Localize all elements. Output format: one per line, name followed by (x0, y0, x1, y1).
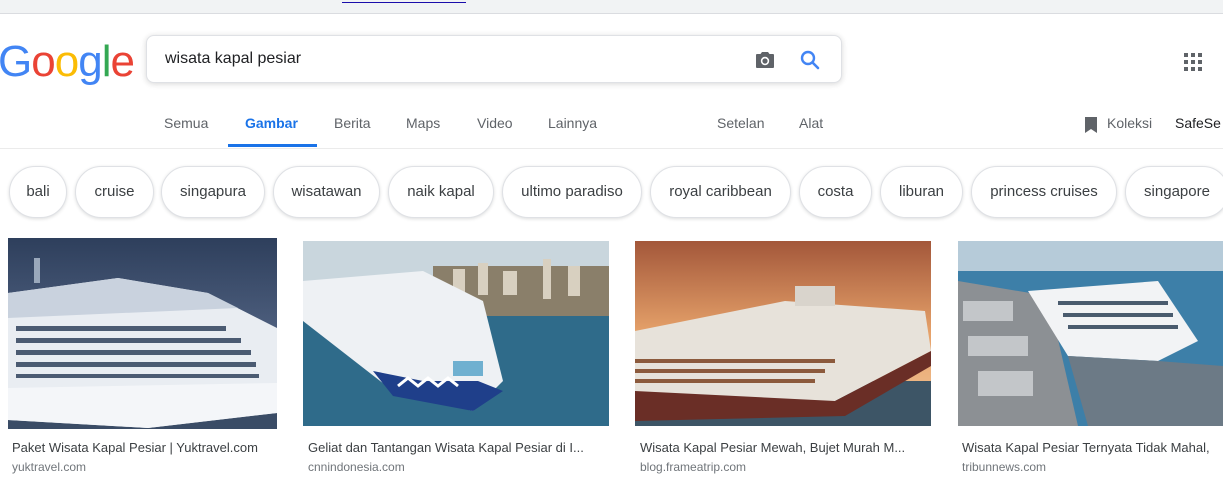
result-source[interactable]: cnnindonesia.com (308, 460, 405, 474)
tab-gambar[interactable]: Gambar (245, 103, 298, 147)
safesearch-link[interactable]: SafeSe (1175, 103, 1221, 147)
result-source[interactable]: yuktravel.com (12, 460, 86, 474)
result-title[interactable]: Wisata Kapal Pesiar Ternyata Tidak Mahal… (962, 440, 1223, 455)
bookmark-icon[interactable] (1084, 116, 1098, 134)
chip[interactable]: costa (799, 166, 872, 218)
chip[interactable]: naik kapal (388, 166, 494, 218)
search-input[interactable] (165, 46, 725, 72)
tab-video[interactable]: Video (477, 103, 513, 147)
active-tab-indicator (228, 144, 317, 147)
chip[interactable]: singapura (161, 166, 265, 218)
chip[interactable]: ultimo paradiso (502, 166, 642, 218)
search-box[interactable] (146, 35, 842, 83)
apps-grid-icon[interactable] (1183, 52, 1203, 72)
tools-link[interactable]: Alat (799, 103, 823, 147)
logo-letter: l (101, 37, 112, 86)
google-logo[interactable]: Google (0, 32, 135, 92)
settings-link[interactable]: Setelan (717, 103, 764, 147)
result-source[interactable]: tribunnews.com (962, 460, 1046, 474)
chip[interactable]: royal caribbean (650, 166, 791, 218)
chip[interactable]: liburan (880, 166, 963, 218)
related-chips: bali cruise singapura wisatawan naik kap… (0, 166, 1223, 220)
tab-semua[interactable]: Semua (164, 103, 208, 147)
result-title[interactable]: Wisata Kapal Pesiar Mewah, Bujet Murah M… (640, 440, 930, 455)
cutoff-link[interactable] (342, 0, 466, 3)
koleksi-link[interactable]: Koleksi (1107, 103, 1152, 147)
chip[interactable]: bali (9, 166, 67, 218)
logo-letter: g (78, 37, 103, 86)
tab-lainnya[interactable]: Lainnya (548, 103, 597, 147)
tab-berita[interactable]: Berita (334, 103, 371, 147)
search-tabs: Semua Gambar Berita Maps Video Lainnya S… (0, 103, 1223, 149)
result-image[interactable] (303, 241, 609, 426)
result-title[interactable]: Paket Wisata Kapal Pesiar | Yuktravel.co… (12, 440, 277, 455)
tab-maps[interactable]: Maps (406, 103, 440, 147)
chip[interactable]: singapore (1125, 166, 1223, 218)
result-image[interactable] (958, 241, 1223, 426)
logo-letter: o (54, 37, 80, 86)
cutoff-text (0, 0, 326, 2)
logo-letter: G (0, 37, 32, 86)
result-source[interactable]: blog.frameatrip.com (640, 460, 746, 474)
chip[interactable]: cruise (75, 166, 154, 218)
logo-letter: o (31, 37, 56, 86)
chip[interactable]: princess cruises (971, 166, 1117, 218)
camera-icon[interactable] (753, 48, 777, 72)
top-strip (0, 0, 1223, 14)
search-icon[interactable] (798, 48, 822, 72)
result-image[interactable] (635, 241, 931, 426)
result-image[interactable] (8, 238, 277, 429)
logo-letter: e (110, 37, 135, 86)
chip[interactable]: wisatawan (273, 166, 380, 218)
result-title[interactable]: Geliat dan Tantangan Wisata Kapal Pesiar… (308, 440, 608, 455)
